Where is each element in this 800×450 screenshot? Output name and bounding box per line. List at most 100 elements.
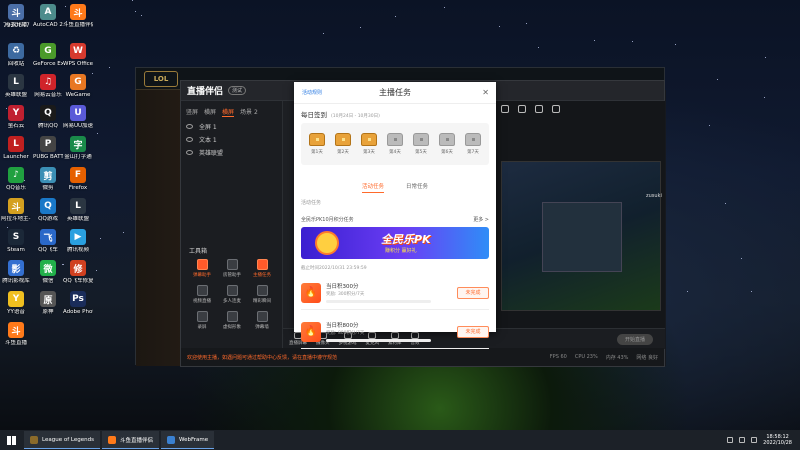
eye-icon[interactable] xyxy=(186,137,193,142)
checkin-day[interactable]: 第5天 xyxy=(410,133,432,155)
more-icon[interactable] xyxy=(552,105,560,113)
toolbox-item[interactable]: 多人连麦 xyxy=(217,285,247,304)
desktop-icon[interactable]: 修 QQ飞车修复工具 xyxy=(63,260,93,285)
toolbox-item[interactable]: 精彩瞬间 xyxy=(247,285,277,304)
go-live-button[interactable]: 开始直播 xyxy=(617,333,653,345)
companion-preview-panel xyxy=(495,101,665,349)
desktop-icon[interactable]: 斗阿拉斗地主-多人游戏版 xyxy=(1,198,31,223)
desktop-icon-label: 微剪 xyxy=(42,185,54,191)
desktop-icon[interactable]: 原原神 xyxy=(33,291,63,316)
taskbar-app[interactable]: WebFrame xyxy=(160,431,215,449)
eye-icon[interactable] xyxy=(186,124,193,129)
chat-icon[interactable] xyxy=(535,105,543,113)
volume-icon[interactable] xyxy=(739,437,746,443)
desktop-icon[interactable]: 微微信 xyxy=(33,260,63,285)
task-status-button[interactable]: 未完成 xyxy=(457,325,489,338)
toolbox-item[interactable]: 虚拟形象 xyxy=(217,311,247,330)
share-icon[interactable] xyxy=(518,105,526,113)
star xyxy=(360,27,362,29)
sub-tab-label[interactable]: 活动任务 xyxy=(301,199,489,206)
desktop-icon-label: QQ飞车 xyxy=(38,247,58,253)
taskbar-app[interactable]: League of Legends xyxy=(24,431,100,449)
desktop-icon[interactable]: G WeGame xyxy=(63,74,93,99)
eye-icon[interactable] xyxy=(186,150,193,155)
settings-icon[interactable] xyxy=(501,105,509,113)
desktop-icon[interactable]: A AutoCAD 2007 - S... xyxy=(33,4,63,29)
task-status-button[interactable]: 未完成 xyxy=(457,286,489,299)
tool-label: 弹幕墙 xyxy=(255,325,269,330)
desktop-icon-label: 萤石云 xyxy=(7,123,25,129)
clock[interactable]: 18:58:12 2022/10/28 xyxy=(763,434,792,446)
rules-link[interactable]: 活动规则 xyxy=(302,89,322,96)
taskbar-app[interactable]: 斗鱼直播伴侣 xyxy=(101,431,159,449)
desktop-icon[interactable]: L Launcher xyxy=(1,136,31,161)
checkin-day[interactable]: 第1天 xyxy=(306,133,328,155)
tool-label: 虚拟形象 xyxy=(223,325,241,330)
desktop-icon[interactable]: 影腾讯影视库 xyxy=(1,260,31,285)
desktop-icon[interactable]: U 网易UU加速器 xyxy=(63,105,93,130)
tab-scene-2[interactable]: 场景 2 xyxy=(240,107,258,117)
start-button[interactable] xyxy=(0,430,22,450)
scene-item[interactable]: 文本 1 xyxy=(181,133,282,146)
desktop-icon[interactable]: Ps Adobe Photosh... xyxy=(63,291,93,316)
checkin-day[interactable]: 第6天 xyxy=(436,133,458,155)
close-icon[interactable]: ✕ xyxy=(482,88,489,97)
desktop-icon[interactable]: L 英雄联盟 xyxy=(63,198,93,223)
app-icon: F xyxy=(70,167,86,183)
checkin-day[interactable]: 第2天 xyxy=(332,133,354,155)
desktop-icon[interactable]: ♫ 网易云音乐 xyxy=(33,74,63,99)
scene-item[interactable]: 全屏 1 xyxy=(181,120,282,133)
desktop-icon[interactable]: 斗斗鱼直播伴侣 xyxy=(63,4,93,29)
desktop-icon[interactable]: Q QQ游戏 xyxy=(33,198,63,223)
desktop-icon[interactable]: Y YY语音 xyxy=(1,291,31,316)
desktop-icon[interactable]: Q 腾讯QQ xyxy=(33,105,63,130)
toolbox-item[interactable]: 录屏 xyxy=(187,311,217,330)
desktop-icon[interactable]: P PUBG BATTLEGR... xyxy=(33,136,63,161)
checkin-day[interactable]: 第7天 xyxy=(462,133,484,155)
desktop-icon-label: GeForce Experience xyxy=(33,61,63,67)
tab-daily-tasks[interactable]: 日常任务 xyxy=(406,182,428,193)
banner-title: 全民乐PK xyxy=(381,233,431,246)
desktop-icon[interactable]: ♻ 回收站 xyxy=(1,43,31,68)
toolbox-item[interactable]: 弹幕助手 xyxy=(187,259,217,278)
tab-landscape-active[interactable]: 横屏 xyxy=(222,107,235,117)
tab-portrait[interactable]: 竖屏 xyxy=(186,107,198,117)
desktop-icon[interactable]: ▶ 腾讯视频 xyxy=(63,229,93,254)
app-icon: 斗 xyxy=(8,322,24,338)
tab-event-tasks[interactable]: 活动任务 xyxy=(361,182,384,193)
desktop-icon[interactable]: 飞 QQ飞车 xyxy=(33,229,63,254)
toolbox-item[interactable]: 视频直播 xyxy=(187,285,217,304)
task-progress-bar xyxy=(326,300,431,303)
star xyxy=(96,269,98,271)
desktop-icon[interactable]: L 英雄联盟 xyxy=(1,74,31,99)
network-icon[interactable] xyxy=(727,437,734,443)
desktop-icon[interactable]: 剪微剪 xyxy=(33,167,63,192)
tool-label: 录屏 xyxy=(197,325,207,330)
desktop-icon[interactable]: 字金山打字通 xyxy=(63,136,93,161)
app-icon xyxy=(166,435,175,444)
toolbox-item[interactable]: 房管助手 xyxy=(217,259,247,278)
scene-item[interactable]: 英雄联盟 xyxy=(181,146,282,159)
checkin-day[interactable]: 第4天 xyxy=(384,133,406,155)
star xyxy=(6,226,8,228)
star xyxy=(741,258,743,260)
desktop-icon[interactable]: 斗斗鱼直播 xyxy=(1,322,31,347)
tab-landscape[interactable]: 横屏 xyxy=(204,107,216,117)
status-message: 欢迎使用主播，如遇问题可通过帮助中心反馈，请在直播中遵守规范 xyxy=(187,354,338,361)
pk-banner[interactable]: 全民乐PK 赚积分 赢好礼 xyxy=(301,227,489,259)
desktop-icon[interactable]: 斗点我开播 xyxy=(1,4,31,29)
desktop-icon[interactable]: S Steam xyxy=(1,229,31,254)
desktop-icon[interactable]: Y 萤石云 xyxy=(1,105,31,130)
toolbox-item[interactable]: 弹幕墙 xyxy=(247,311,277,330)
desktop-icon[interactable]: ♪ QQ音乐 xyxy=(1,167,31,192)
tool-icon xyxy=(196,285,208,296)
desktop-icon[interactable]: G GeForce Experience xyxy=(33,43,63,68)
toolbox-item[interactable]: 主播任务 xyxy=(247,259,277,278)
taskbar-app-label: WebFrame xyxy=(178,436,209,443)
desktop-icon[interactable]: F Firefox xyxy=(63,167,93,192)
star xyxy=(140,15,142,17)
more-link[interactable]: 更多 > xyxy=(473,216,489,223)
input-method-icon[interactable] xyxy=(751,437,758,443)
checkin-day[interactable]: 第3天 xyxy=(358,133,380,155)
desktop-icon[interactable]: W WPS Office xyxy=(63,43,93,68)
